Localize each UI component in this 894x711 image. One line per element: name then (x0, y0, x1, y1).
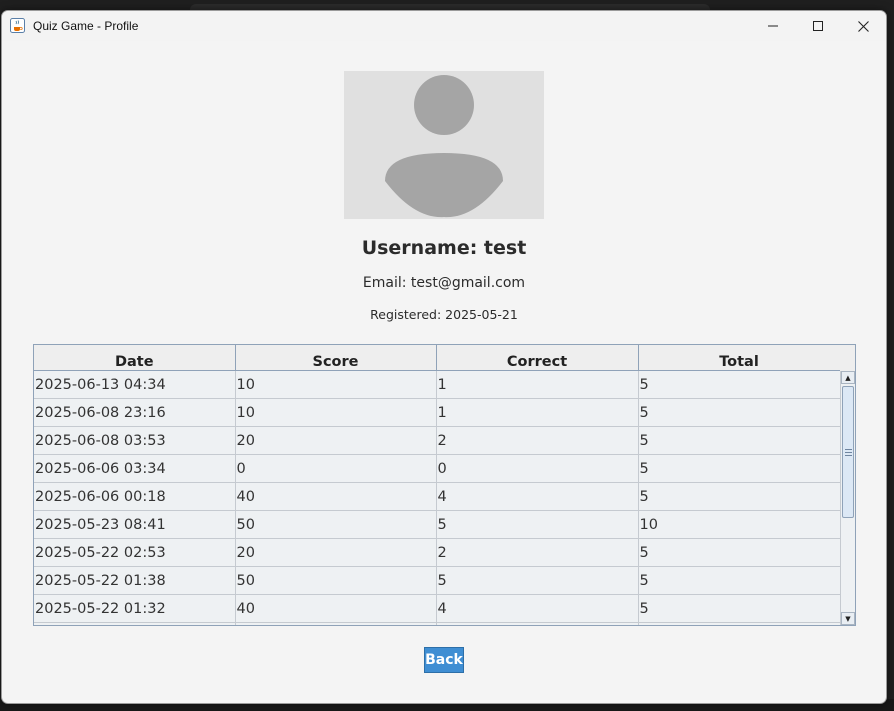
cell-total: 5 (638, 566, 841, 595)
quiz-history-table[interactable]: Date Score Correct Total 2025-06-13 04:3… (33, 344, 856, 626)
table-row[interactable]: 2025-05-22 01:32 40 4 5 (34, 594, 841, 623)
close-icon (857, 20, 869, 32)
table-row[interactable]: 2025-06-08 03:53 20 2 5 (34, 426, 841, 455)
cell-correct: 5 (436, 510, 639, 539)
user-avatar-icon (385, 75, 503, 218)
cell-correct: 5 (436, 566, 639, 595)
close-button[interactable] (840, 11, 886, 41)
table-row[interactable] (34, 622, 841, 625)
cell-total: 5 (638, 426, 841, 455)
maximize-button[interactable] (795, 11, 841, 41)
table-body: 2025-06-13 04:34 10 1 5 2025-06-08 23:16 10 1 5… (34, 370, 841, 625)
profile-window: Quiz Game - Profile Username: test Email… (1, 10, 887, 704)
cell-correct: 4 (436, 482, 639, 511)
username-label: Username: test (361, 237, 527, 259)
profile-avatar (344, 71, 544, 219)
cell-score (235, 622, 437, 625)
history-table-grid: Date Score Correct Total 2025-06-13 04:3… (34, 345, 841, 625)
cell-total (638, 622, 841, 625)
maximize-icon (813, 21, 823, 31)
grip-icon (844, 448, 852, 456)
table-row[interactable]: 2025-06-08 23:16 10 1 5 (34, 398, 841, 427)
cell-correct: 2 (436, 426, 639, 455)
column-header-date[interactable]: Date (34, 345, 236, 371)
email-label: Email: test@gmail.com (362, 275, 526, 291)
cell-date: 2025-06-08 03:53 (34, 426, 236, 455)
scroll-down-arrow-icon[interactable]: ▼ (841, 612, 855, 625)
cell-total: 5 (638, 594, 841, 623)
window-title: Quiz Game - Profile (33, 19, 139, 33)
table-row[interactable]: 2025-06-06 00:18 40 4 5 (34, 482, 841, 511)
cell-total: 5 (638, 398, 841, 427)
cell-date: 2025-06-06 00:18 (34, 482, 236, 511)
cell-score: 40 (235, 594, 437, 623)
cell-total: 5 (638, 370, 841, 399)
cell-date (34, 622, 236, 625)
cell-correct (436, 622, 639, 625)
cell-date: 2025-05-22 01:32 (34, 594, 236, 623)
cell-date: 2025-06-13 04:34 (34, 370, 236, 399)
cell-correct: 0 (436, 454, 639, 483)
table-row[interactable]: 2025-05-23 08:41 50 5 10 (34, 510, 841, 539)
scroll-up-arrow-icon[interactable]: ▲ (841, 371, 855, 384)
column-header-correct[interactable]: Correct (436, 345, 639, 371)
cell-score: 20 (235, 426, 437, 455)
table-row[interactable]: 2025-05-22 02:53 20 2 5 (34, 538, 841, 567)
scroll-thumb[interactable] (842, 386, 854, 518)
back-button[interactable]: Back (424, 647, 464, 673)
cell-date: 2025-05-22 01:38 (34, 566, 236, 595)
column-header-total[interactable]: Total (638, 345, 841, 371)
cell-total: 10 (638, 510, 841, 539)
registered-date-label: Registered: 2025-05-21 (370, 307, 518, 322)
minimize-icon (768, 25, 778, 27)
table-row[interactable]: 2025-06-13 04:34 10 1 5 (34, 370, 841, 399)
cell-date: 2025-05-22 02:53 (34, 538, 236, 567)
java-cup-icon (10, 18, 25, 33)
table-row[interactable]: 2025-05-22 01:38 50 5 5 (34, 566, 841, 595)
minimize-button[interactable] (750, 11, 796, 41)
table-header-corner (840, 345, 855, 372)
cell-date: 2025-06-06 03:34 (34, 454, 236, 483)
cell-correct: 1 (436, 370, 639, 399)
table-header-row: Date Score Correct Total (34, 345, 841, 371)
cell-score: 10 (235, 370, 437, 399)
cell-score: 20 (235, 538, 437, 567)
cell-score: 40 (235, 482, 437, 511)
cell-score: 50 (235, 510, 437, 539)
cell-correct: 2 (436, 538, 639, 567)
cell-total: 5 (638, 454, 841, 483)
cell-date: 2025-05-23 08:41 (34, 510, 236, 539)
cell-correct: 4 (436, 594, 639, 623)
table-row[interactable]: 2025-06-06 03:34 0 0 5 (34, 454, 841, 483)
cell-total: 5 (638, 538, 841, 567)
cell-total: 5 (638, 482, 841, 511)
cell-score: 50 (235, 566, 437, 595)
cell-score: 0 (235, 454, 437, 483)
title-bar[interactable]: Quiz Game - Profile (2, 11, 886, 41)
column-header-score[interactable]: Score (235, 345, 437, 371)
cell-correct: 1 (436, 398, 639, 427)
vertical-scrollbar[interactable]: ▲ ▼ (840, 371, 855, 625)
cell-score: 10 (235, 398, 437, 427)
cell-date: 2025-06-08 23:16 (34, 398, 236, 427)
